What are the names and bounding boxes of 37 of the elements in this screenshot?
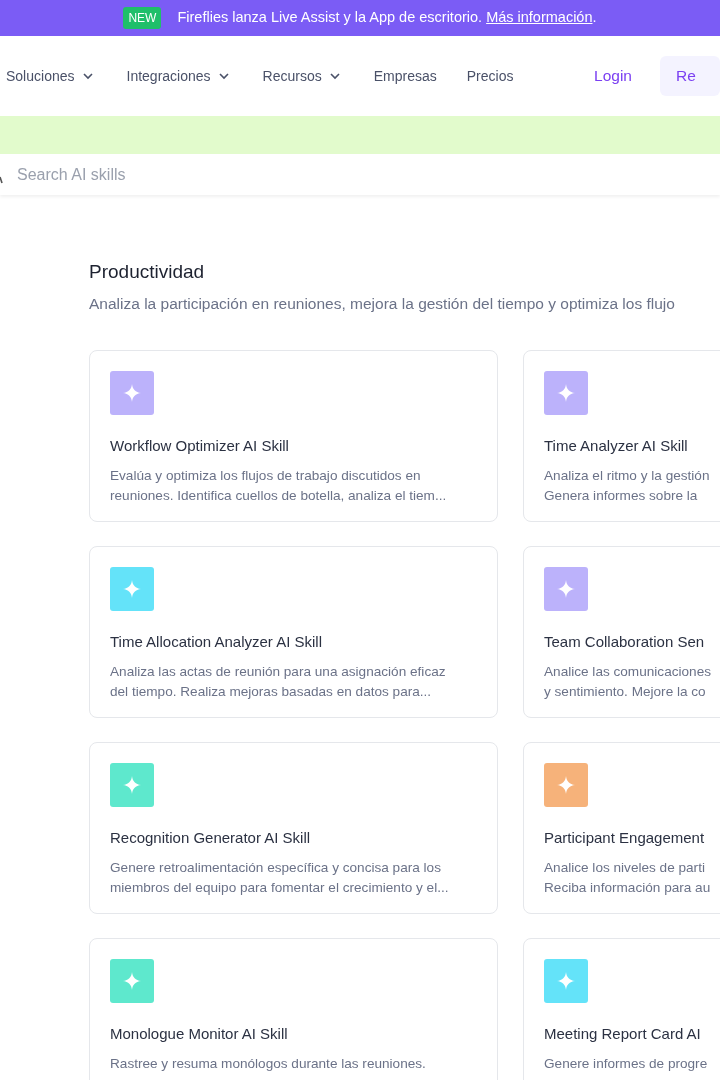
skill-title: Monologue Monitor AI Skill <box>110 1024 289 1045</box>
nav-link[interactable]: Empresas <box>373 65 437 87</box>
more-info-link[interactable]: Más información <box>486 9 593 26</box>
skill-title: Time Analyzer AI Skill <box>544 436 689 457</box>
skill-card[interactable]: Monologue Monitor AI Skill Rastree y resuma monólogos durante las reuniones. <box>89 938 498 1080</box>
nav-link[interactable]: Integraciones <box>126 65 229 87</box>
skill-description: Analiza las actas de reunión para una asignación eficaz del tiempo. Realiza mejoras basadas en datos para... <box>110 662 447 701</box>
register-button[interactable]: Re <box>660 56 720 96</box>
skill-title: Time Allocation Analyzer AI Skill <box>110 632 324 653</box>
skill-description: Analice los niveles de parti Reciba información para au <box>544 858 712 897</box>
skill-card[interactable]: Time Allocation Analyzer AI Skill Analiza las actas de reunión para una asignación eficaz del tiempo. Realiza mejoras basadas en datos para... <box>89 546 498 719</box>
skill-title: Participant Engagement <box>544 828 706 849</box>
skill-title: Recognition Generator AI Skill <box>110 828 312 849</box>
skill-description: Genere informes de progre <box>544 1054 709 1073</box>
announcement-text: Fireflies lanza Live Assist y la App de escritorio. Más información. <box>177 8 597 28</box>
skill-card[interactable]: Team Collaboration Sen Analice las comunicaciones y sentimiento. Mejore la co <box>523 546 720 719</box>
skill-title: Team Collaboration Sen <box>544 632 706 653</box>
nav-link[interactable]: Soluciones <box>6 65 93 87</box>
skill-description: Rastree y resuma monólogos durante las reuniones. <box>110 1054 427 1073</box>
skill-description: Analice las comunicaciones y sentimiento. Mejore la co <box>544 662 712 701</box>
nav-link[interactable]: Precios <box>466 65 514 87</box>
skill-description: Evalúa y optimiza los flujos de trabajo discutidos en reuniones. Identifica cuellos de botella, analiza el tiem... <box>110 466 448 505</box>
skill-card[interactable]: Workflow Optimizer AI Skill Evalúa y optimiza los flujos de trabajo discutidos en reuniones. Identifica cuellos de botella, analiza el tiem... <box>89 350 498 523</box>
skill-title: Meeting Report Card AI <box>544 1024 702 1045</box>
new-badge: NEW <box>123 7 162 29</box>
skill-card[interactable]: Participant Engagement Analice los niveles de parti Reciba información para au <box>523 742 720 915</box>
nav-link[interactable]: Recursos <box>262 65 340 87</box>
skill-card[interactable]: Time Analyzer AI Skill Analiza el ritmo y la gestión Genera informes sobre la <box>523 350 720 523</box>
login-link[interactable]: Login <box>594 64 632 88</box>
skill-description: Genere retroalimentación específica y concisa para los miembros del equipo para fomentar el crecimiento y el... <box>110 858 450 897</box>
section-subtitle: Analiza la participación en reuniones, mejora la gestión del tiempo y optimiza los flujo <box>89 293 676 314</box>
skill-title: Workflow Optimizer AI Skill <box>110 436 290 457</box>
search-field[interactable]: Search AI skills <box>15 161 615 188</box>
skill-card[interactable]: Recognition Generator AI Skill Genere retroalimentación específica y concisa para los miembros del equipo para fomentar el crecimiento y el... <box>89 742 498 915</box>
section-title: Productividad <box>89 261 206 284</box>
skill-description: Analiza el ritmo y la gestión Genera informes sobre la <box>544 466 711 505</box>
skill-card[interactable]: Meeting Report Card AI Genere informes de progre <box>523 938 720 1080</box>
